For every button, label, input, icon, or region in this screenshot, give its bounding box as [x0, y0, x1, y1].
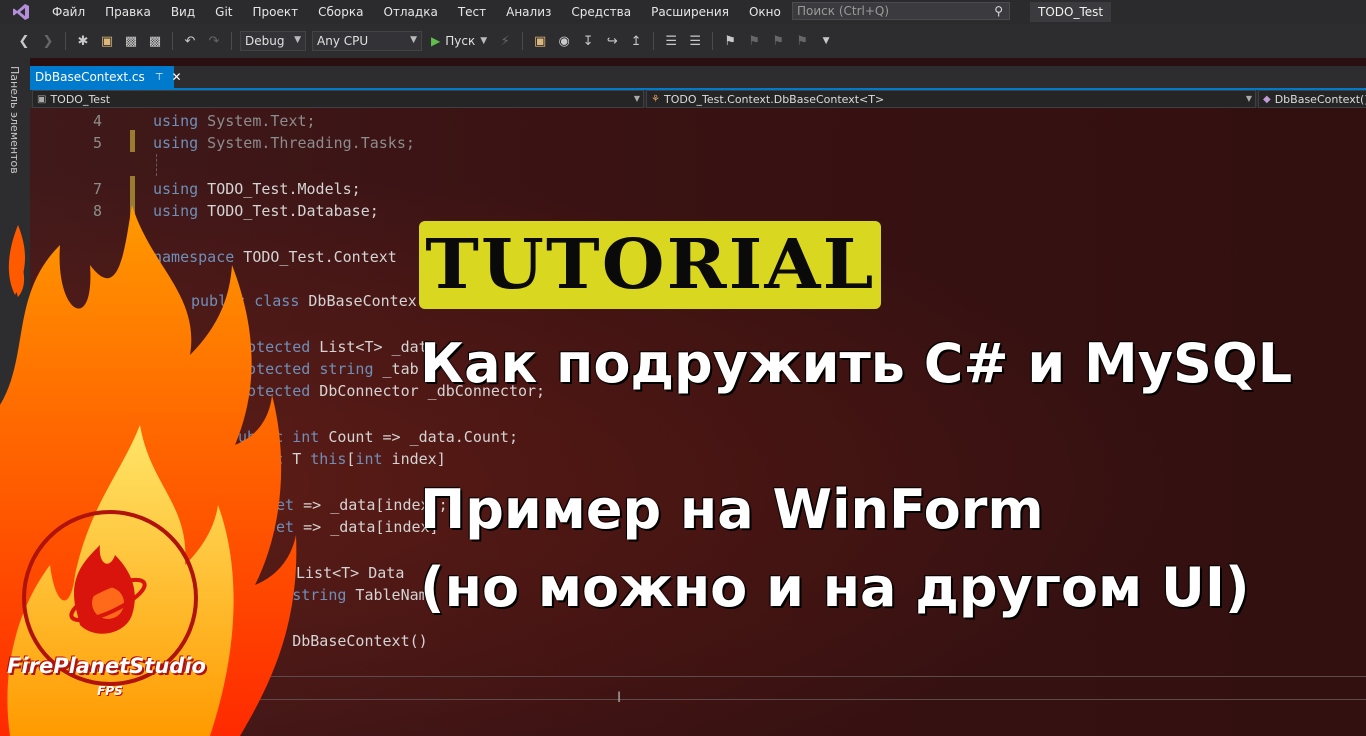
- platform-value: Any CPU: [317, 34, 369, 48]
- menu-analyze[interactable]: Анализ: [496, 0, 561, 24]
- tab-dbbasecontext[interactable]: DbBaseContext.cs ⊤ ✕: [30, 66, 182, 88]
- pin-icon[interactable]: ⊤: [155, 72, 164, 83]
- navigation-bar: ▣ TODO_Test ▼ ⚘ TODO_Test.Context.DbBase…: [30, 90, 1366, 108]
- chevron-down-icon: ▼: [633, 94, 640, 103]
- project-value: TODO_Test: [50, 92, 111, 106]
- step-over-icon[interactable]: ↪: [602, 31, 622, 51]
- tutorial-label: TUTORIAL: [424, 225, 876, 305]
- toolbar-separator: [522, 32, 524, 50]
- menu-view[interactable]: Вид: [161, 0, 205, 24]
- bookmark-icon[interactable]: ⚑: [720, 31, 740, 51]
- menu-bar: Файл Правка Вид Git Проект Сборка Отладк…: [0, 0, 1366, 24]
- open-folder-icon[interactable]: ▣: [97, 31, 117, 51]
- redo-icon[interactable]: ↷: [204, 31, 224, 51]
- change-marker: [130, 130, 135, 152]
- line-number: 4: [92, 112, 102, 130]
- code-line[interactable]: List<T> Data: [296, 562, 404, 584]
- code-line[interactable]: using System.Threading.Tasks;: [153, 132, 415, 154]
- chevron-down-icon: ▼: [1245, 94, 1252, 103]
- brand-abbreviation: FPS: [97, 684, 123, 698]
- line-number: 5: [92, 134, 102, 152]
- type-dropdown[interactable]: ⚘ TODO_Test.Context.DbBaseContext<T> ▼: [646, 90, 1256, 108]
- menu-file[interactable]: Файл: [42, 0, 95, 24]
- text-cursor-icon: I: [617, 690, 622, 706]
- step-into-icon[interactable]: ↧: [578, 31, 598, 51]
- headline-line-3: (но можно и на другом UI): [420, 556, 1250, 619]
- toolbar-separator: [172, 32, 173, 50]
- menu-extensions[interactable]: Расширения: [641, 0, 739, 24]
- toolbar-separator: [231, 32, 232, 50]
- tutorial-badge: TUTORIAL: [419, 221, 881, 309]
- clear-bookmarks-icon[interactable]: ⚑: [792, 31, 812, 51]
- menu-git[interactable]: Git: [205, 0, 242, 24]
- save-icon[interactable]: ▩: [121, 31, 141, 51]
- navigate-forward-icon[interactable]: ❯: [38, 31, 58, 51]
- toolbar-separator: [653, 32, 655, 50]
- class-icon: ⚘: [651, 93, 660, 105]
- save-all-icon[interactable]: ▩: [145, 31, 165, 51]
- hot-reload-icon[interactable]: ⚡: [495, 31, 515, 51]
- play-icon: ▶: [431, 34, 441, 48]
- brand-name: FirePlanetStudio: [7, 654, 206, 678]
- navigate-back-icon[interactable]: ❮: [14, 31, 34, 51]
- current-line-highlight: [152, 676, 1366, 700]
- configuration-value: Debug: [245, 34, 285, 48]
- platform-select[interactable]: Any CPU ▼: [312, 31, 422, 51]
- project-dropdown[interactable]: ▣ TODO_Test ▼: [32, 90, 644, 108]
- close-icon[interactable]: ✕: [171, 70, 181, 84]
- configuration-select[interactable]: Debug ▼: [240, 31, 306, 51]
- method-icon: ◆: [1263, 93, 1271, 105]
- solution-name: TODO_Test: [1030, 2, 1112, 22]
- member-value: DbBaseContext(): [1274, 92, 1366, 106]
- run-label: Пуск: [445, 34, 476, 48]
- member-dropdown[interactable]: ◆ DbBaseContext(): [1258, 90, 1366, 108]
- line-number: 7: [92, 180, 102, 198]
- start-debugging-button[interactable]: ▶ Пуск ▼: [425, 34, 493, 48]
- next-bookmark-icon[interactable]: ⚑: [768, 31, 788, 51]
- step-out-icon[interactable]: ↥: [626, 31, 646, 51]
- chevron-down-icon: ▼: [480, 36, 488, 46]
- uncomment-lines-icon[interactable]: ☰: [685, 31, 705, 51]
- chevron-down-icon: ▼: [410, 35, 417, 45]
- document-tab-bar: DbBaseContext.cs ⊤ ✕: [30, 66, 1366, 90]
- chevron-down-icon: ▼: [294, 35, 301, 45]
- type-value: TODO_Test.Context.DbBaseContext<T>: [663, 92, 885, 106]
- toolbar-separator: [712, 32, 714, 50]
- code-line[interactable]: using System.Text;: [153, 110, 316, 132]
- menu-edit[interactable]: Правка: [95, 0, 161, 24]
- search-input[interactable]: Поиск (Ctrl+Q) ⚲: [792, 2, 1010, 20]
- camera-icon[interactable]: ◉: [554, 31, 574, 51]
- headline-line-1: Как подружить C# и MySQL: [420, 332, 1293, 395]
- indent-guide: [156, 154, 157, 176]
- toolbox-tab[interactable]: Панель элементов: [8, 66, 21, 174]
- browse-folder-icon[interactable]: ▣: [530, 31, 550, 51]
- undo-icon[interactable]: ↶: [180, 31, 200, 51]
- menu-tools[interactable]: Средства: [561, 0, 641, 24]
- toolbar-separator: [65, 32, 66, 50]
- menu-window[interactable]: Окно: [739, 0, 791, 24]
- menu-project[interactable]: Проект: [243, 0, 309, 24]
- code-line[interactable]: using TODO_Test.Models;: [153, 178, 361, 200]
- search-icon[interactable]: ⚲: [994, 4, 1003, 18]
- new-project-icon[interactable]: ✱: [73, 31, 93, 51]
- headline-line-2: Пример на WinForm: [420, 478, 1044, 541]
- csharp-project-icon: ▣: [37, 93, 47, 105]
- toolbar-overflow-icon[interactable]: ▼: [816, 31, 836, 51]
- menu-test[interactable]: Тест: [448, 0, 496, 24]
- comment-lines-icon[interactable]: ☰: [661, 31, 681, 51]
- tab-label: DbBaseContext.cs: [35, 70, 145, 84]
- visual-studio-logo-icon[interactable]: [10, 1, 32, 23]
- prev-bookmark-icon[interactable]: ⚑: [744, 31, 764, 51]
- menu-debug[interactable]: Отладка: [373, 0, 447, 24]
- menu-build[interactable]: Сборка: [308, 0, 373, 24]
- standard-toolbar: ❮ ❯ ✱ ▣ ▩ ▩ ↶ ↷ Debug ▼ Any CPU ▼ ▶ Пуск…: [0, 24, 1366, 58]
- search-placeholder: Поиск (Ctrl+Q): [797, 4, 890, 18]
